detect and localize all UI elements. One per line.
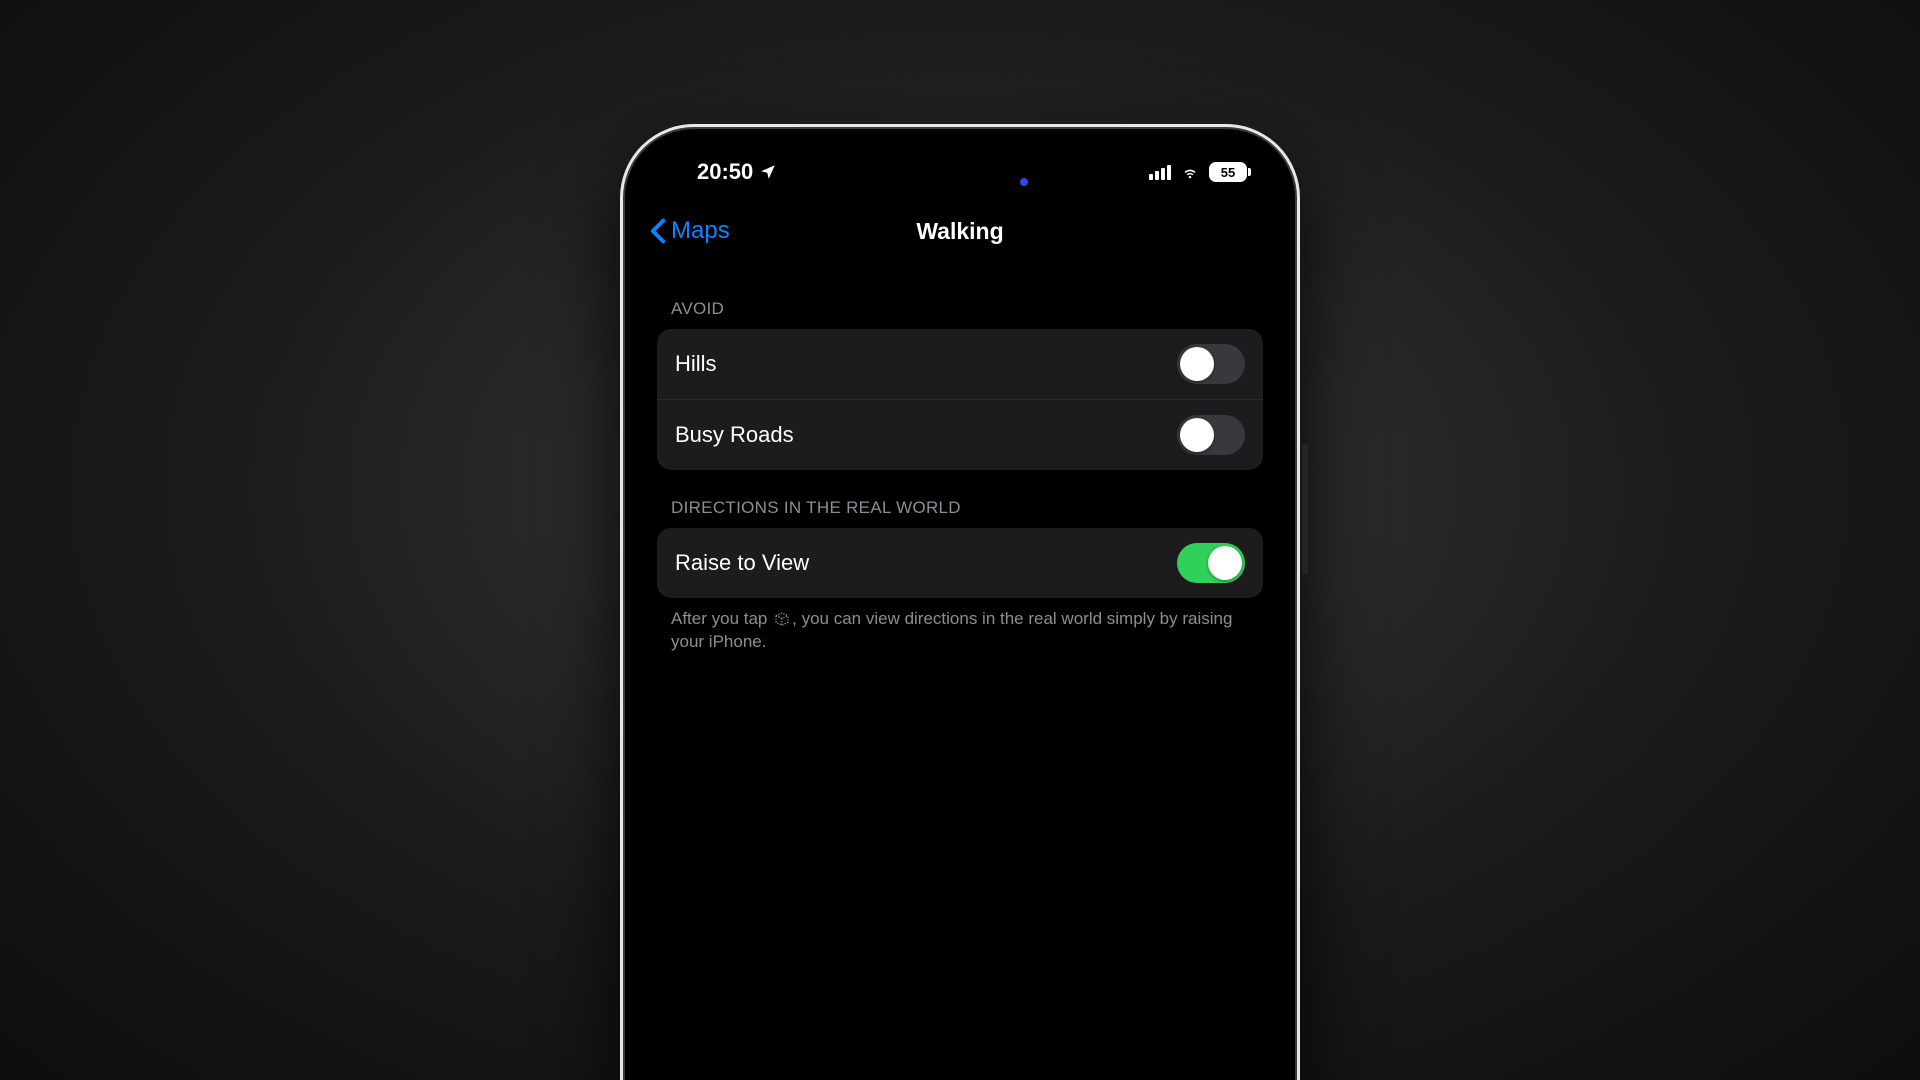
section-header-directions: DIRECTIONS IN THE REAL WORLD	[657, 470, 1263, 528]
cellular-icon	[1149, 164, 1171, 180]
avoid-group: Hills Busy Roads	[657, 329, 1263, 470]
wifi-icon	[1179, 163, 1201, 181]
screen: 20:50 55	[637, 141, 1283, 1080]
battery-icon: 55	[1209, 162, 1247, 182]
battery-percent: 55	[1221, 165, 1235, 180]
avoid-hills-row[interactable]: Hills	[657, 329, 1263, 399]
page-title: Walking	[637, 218, 1283, 245]
island-indicator-dot	[1020, 178, 1028, 186]
back-label: Maps	[671, 217, 730, 245]
status-time: 20:50	[697, 159, 753, 185]
nav-bar: Maps Walking	[637, 203, 1283, 259]
toggle-label: Raise to View	[675, 550, 809, 576]
avoid-hills-switch[interactable]	[1177, 344, 1245, 384]
back-button[interactable]: Maps	[649, 217, 730, 245]
section-header-avoid: AVOID	[657, 271, 1263, 329]
avoid-busyroads-switch[interactable]	[1177, 415, 1245, 455]
raise-to-view-row[interactable]: Raise to View	[657, 528, 1263, 598]
avoid-busyroads-row[interactable]: Busy Roads	[657, 399, 1263, 470]
ar-cube-icon	[774, 611, 790, 627]
toggle-label: Hills	[675, 351, 717, 377]
phone-frame: 20:50 55	[620, 124, 1300, 1080]
raise-to-view-switch[interactable]	[1177, 543, 1245, 583]
directions-footer: After you tap , you can view directions …	[657, 598, 1263, 660]
chevron-left-icon	[649, 218, 667, 244]
directions-group: Raise to View	[657, 528, 1263, 598]
dynamic-island	[878, 161, 1042, 203]
footer-text-prefix: After you tap	[671, 609, 772, 628]
toggle-label: Busy Roads	[675, 422, 794, 448]
location-icon	[759, 163, 777, 181]
